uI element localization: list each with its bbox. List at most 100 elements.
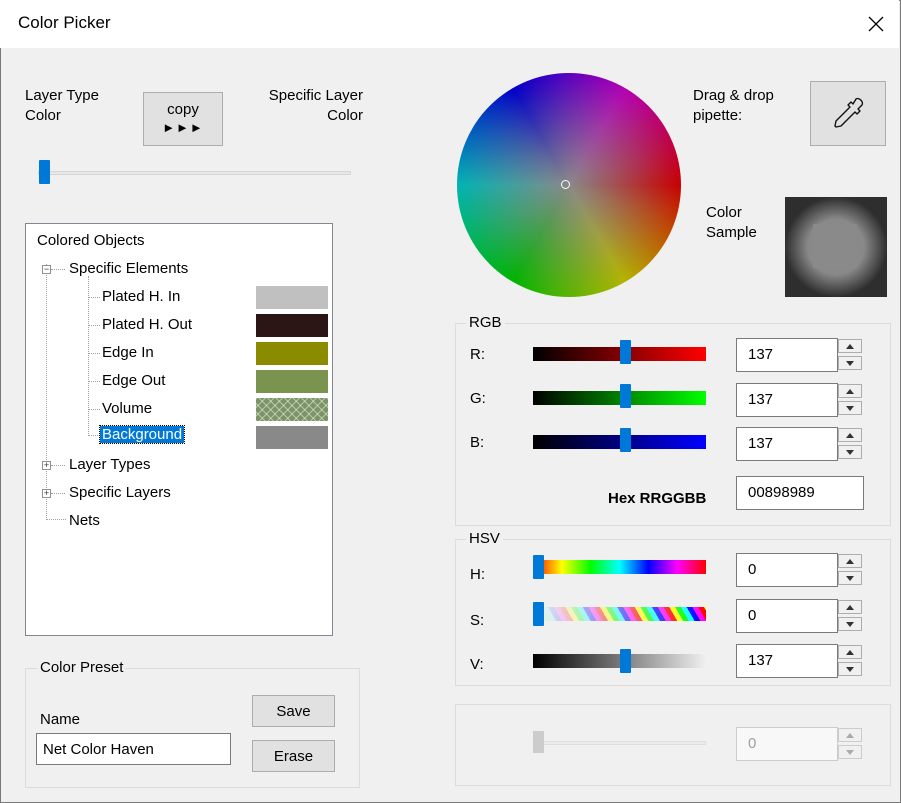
- s-slider-track[interactable]: [533, 607, 706, 621]
- v-label: V:: [470, 656, 484, 673]
- r-spinner[interactable]: [838, 338, 862, 372]
- layer-color-slider-thumb[interactable]: [39, 160, 50, 184]
- hsv-group-label: HSV: [466, 530, 503, 547]
- v-slider-thumb[interactable]: [620, 649, 631, 673]
- r-label: R:: [470, 346, 485, 363]
- alpha-input: 0: [736, 727, 838, 761]
- s-input[interactable]: 0: [736, 599, 838, 633]
- b-slider-thumb[interactable]: [620, 428, 631, 452]
- tree-line: [88, 325, 100, 326]
- save-button[interactable]: Save: [252, 695, 335, 727]
- s-up-button[interactable]: [838, 600, 862, 614]
- v-spinner[interactable]: [838, 644, 862, 678]
- tree-line: [88, 435, 100, 436]
- b-input[interactable]: 137: [736, 427, 838, 461]
- tree-line: [51, 493, 65, 494]
- alpha-slider-track: [533, 741, 706, 745]
- tree-item-edge-in[interactable]: Edge In: [102, 344, 154, 361]
- tree-item-volume[interactable]: Volume: [102, 400, 152, 417]
- h-spinner[interactable]: [838, 553, 862, 587]
- v-input[interactable]: 137: [736, 644, 838, 678]
- copy-label: copy: [167, 101, 199, 118]
- h-slider-track[interactable]: [533, 560, 706, 574]
- h-input[interactable]: 0: [736, 553, 838, 587]
- tree-item-background-selected[interactable]: Background: [98, 425, 186, 444]
- title-bar: Color Picker: [0, 0, 899, 48]
- pipette-button[interactable]: [810, 81, 886, 146]
- swatch-background[interactable]: [256, 426, 328, 449]
- tree-line: [88, 409, 100, 410]
- expand-icon[interactable]: +: [42, 489, 51, 498]
- g-up-button[interactable]: [838, 384, 862, 398]
- b-spinner[interactable]: [838, 427, 862, 461]
- r-down-button[interactable]: [838, 356, 862, 370]
- preset-name-label: Name: [40, 711, 81, 728]
- window-title: Color Picker: [18, 13, 111, 32]
- color-wheel-cursor[interactable]: [561, 180, 570, 189]
- tree-line: [88, 276, 89, 434]
- close-button[interactable]: [853, 0, 899, 48]
- pipette-label: Drag & drop pipette:: [693, 87, 774, 124]
- expand-icon[interactable]: +: [42, 461, 51, 470]
- tree-root-colored-objects[interactable]: Colored Objects: [37, 232, 145, 249]
- s-spinner[interactable]: [838, 599, 862, 633]
- r-input[interactable]: 137: [736, 338, 838, 372]
- close-icon: [868, 16, 884, 32]
- g-spinner[interactable]: [838, 383, 862, 417]
- swatch-volume[interactable]: [256, 398, 328, 421]
- tree-line: [51, 269, 65, 270]
- preset-name-input[interactable]: Net Color Haven: [36, 733, 231, 765]
- s-down-button[interactable]: [838, 617, 862, 631]
- b-down-button[interactable]: [838, 445, 862, 459]
- r-slider-thumb[interactable]: [620, 340, 631, 364]
- layer-color-slider-track[interactable]: [38, 171, 351, 175]
- alpha-spinner: [838, 727, 862, 761]
- g-down-button[interactable]: [838, 401, 862, 415]
- swatch-plated-h-out[interactable]: [256, 314, 328, 337]
- layer-type-color-label: Layer Type Color: [25, 87, 99, 124]
- collapse-icon[interactable]: −: [42, 265, 51, 274]
- tree-item-specific-layers[interactable]: Specific Layers: [69, 484, 171, 501]
- r-up-button[interactable]: [838, 339, 862, 353]
- alpha-slider-thumb: [533, 731, 544, 753]
- b-up-button[interactable]: [838, 428, 862, 442]
- h-label: H:: [470, 566, 485, 583]
- hex-input[interactable]: 00898989: [736, 476, 864, 510]
- eyedropper-icon: [834, 97, 864, 128]
- g-slider-thumb[interactable]: [620, 384, 631, 408]
- tree-item-nets[interactable]: Nets: [69, 512, 100, 529]
- color-sample: [785, 197, 887, 297]
- tree-line: [88, 353, 100, 354]
- tree-item-edge-out[interactable]: Edge Out: [102, 372, 165, 389]
- copy-arrows-icon: ►►►: [162, 120, 204, 135]
- tree-line: [88, 297, 100, 298]
- copy-button[interactable]: copy ►►►: [143, 92, 223, 146]
- tree-line: [88, 381, 100, 382]
- tree-item-specific-elements[interactable]: Specific Elements: [69, 260, 188, 277]
- h-slider-thumb[interactable]: [533, 555, 544, 579]
- rgb-group-label: RGB: [466, 314, 505, 331]
- tree-item-plated-h-out[interactable]: Plated H. Out: [102, 316, 192, 333]
- h-up-button[interactable]: [838, 554, 862, 568]
- v-up-button[interactable]: [838, 645, 862, 659]
- g-input[interactable]: 137: [736, 383, 838, 417]
- s-slider-thumb[interactable]: [533, 602, 544, 626]
- h-down-button[interactable]: [838, 571, 862, 585]
- b-label: B:: [470, 434, 485, 451]
- tree-item-layer-types[interactable]: Layer Types: [69, 456, 150, 473]
- hex-label: Hex RRGGBB: [608, 490, 707, 507]
- swatch-edge-in[interactable]: [256, 342, 328, 365]
- alpha-up-button: [838, 728, 862, 742]
- v-down-button[interactable]: [838, 662, 862, 676]
- tree-line: [46, 519, 66, 520]
- color-sample-core: [813, 224, 857, 268]
- erase-button[interactable]: Erase: [252, 740, 335, 772]
- s-label: S:: [470, 612, 485, 629]
- swatch-plated-h-in[interactable]: [256, 286, 328, 309]
- colored-objects-tree[interactable]: Colored Objects − Specific Elements Plat…: [25, 223, 333, 636]
- g-label: G:: [470, 390, 486, 407]
- tree-item-plated-h-in[interactable]: Plated H. In: [102, 288, 180, 305]
- swatch-edge-out[interactable]: [256, 370, 328, 393]
- tree-line: [46, 264, 47, 518]
- color-preset-label: Color Preset: [37, 659, 127, 676]
